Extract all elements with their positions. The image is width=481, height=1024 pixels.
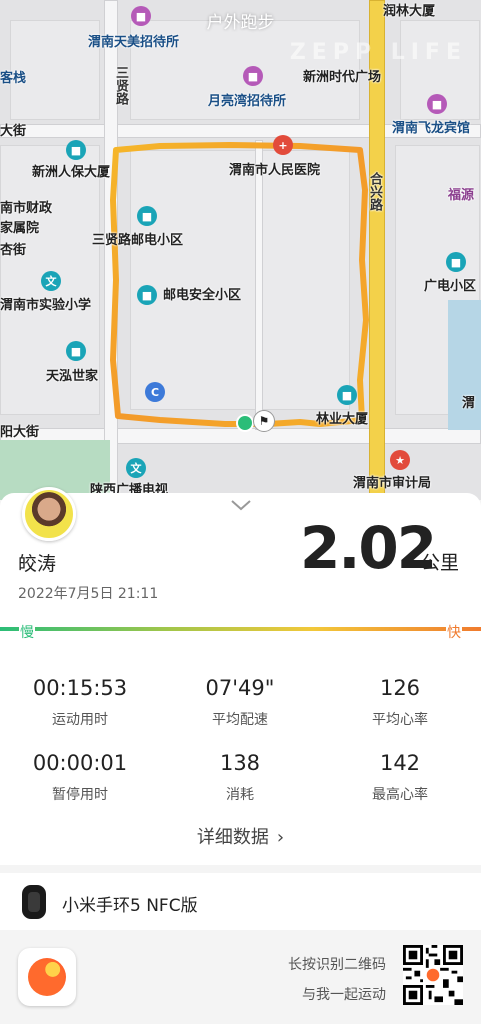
- qr-hint-line2: 与我一起运动: [302, 987, 386, 1003]
- map-label-hospital: 渭南市人民医院: [229, 163, 321, 178]
- building-icon: ■: [137, 206, 157, 226]
- stat-value: 07'49": [205, 676, 275, 700]
- stat-value: 126: [379, 676, 421, 700]
- map-label-xinzhou-plaza: 新洲时代广场: [303, 70, 382, 85]
- stat-label: 运动用时: [52, 712, 108, 728]
- hospital-icon: +: [273, 135, 293, 155]
- stat-calories: 138 消耗: [160, 750, 320, 804]
- building-icon: ■: [66, 140, 86, 160]
- building-icon: ■: [66, 341, 86, 361]
- map-label-tianmei: 渭南天美招待所: [88, 35, 180, 50]
- map-label-tianhong: 天泓世家: [46, 369, 99, 384]
- map-label-yueliangwan: 月亮湾招待所: [208, 94, 287, 109]
- stat-max-heart-rate: 142 最高心率: [320, 750, 480, 804]
- stat-value: 00:00:01: [32, 751, 128, 775]
- map-label-feilong: 渭南飞龙宾馆: [392, 121, 471, 136]
- map-label-fuyuan: 福源: [448, 188, 475, 203]
- stat-avg-heart-rate: 126 平均心率: [320, 675, 480, 729]
- details-label: 详细数据: [196, 827, 269, 848]
- app-logo-icon: [18, 948, 76, 1006]
- stat-label: 最高心率: [372, 787, 428, 803]
- school-icon: 文: [41, 271, 61, 291]
- map-label-heyi-road: 合兴路: [367, 172, 382, 211]
- summary-card: 皎涛 2022年7月5日 21:11 2.02 公里 慢 快 00:15:53 …: [0, 487, 481, 930]
- watermark-logo: ZEPP LIFE: [289, 40, 467, 65]
- map-label-wei: 渭: [462, 396, 476, 411]
- government-icon: ★: [390, 450, 410, 470]
- run-date: 2022年7月5日 21:11: [18, 586, 159, 602]
- user-name: 皎涛: [18, 553, 57, 575]
- map-label-jie: 杏街: [0, 243, 27, 258]
- map-label-xiaoqu: 三贤路邮电小区: [92, 233, 184, 248]
- finish-flag-icon: ⚑: [253, 410, 275, 432]
- building-icon: ■: [446, 252, 466, 272]
- divider: [0, 865, 481, 873]
- map-label-renbao: 新洲人保大厦: [32, 165, 111, 180]
- school-icon: 文: [126, 458, 146, 478]
- chevron-right-icon: ›: [276, 827, 285, 848]
- stat-pause-time: 00:00:01 暂停用时: [0, 750, 160, 804]
- bank-icon: C: [145, 382, 165, 402]
- pace-gradient-bar: [0, 627, 481, 631]
- map-label-youdian: 邮电安全小区: [163, 288, 242, 303]
- qr-hint-line1: 长按识别二维码: [288, 957, 386, 973]
- route-map[interactable]: ■ ■ ■ ■ + ■ ■ 文 ■ ■ C ■ ★ 文 ⚑ 润林大厦 渭南天美招…: [0, 0, 481, 500]
- map-label-sanxian-road: 三贤路: [113, 66, 128, 105]
- building-icon: ■: [137, 285, 157, 305]
- map-label-caizheng1: 南市财政: [0, 201, 53, 216]
- distance-unit: 公里: [421, 552, 460, 574]
- map-label-street-top: 大街: [0, 124, 27, 139]
- map-label-linye: 林业大厦: [316, 412, 369, 427]
- stat-value: 142: [379, 751, 421, 775]
- map-label-street-bottom: 阳大街: [0, 425, 40, 440]
- hotel-icon: ■: [243, 66, 263, 86]
- share-footer: 长按识别二维码 与我一起运动: [0, 930, 481, 1024]
- stat-value: 138: [219, 751, 261, 775]
- avatar[interactable]: [22, 487, 76, 541]
- map-label-school: 渭南市实验小学: [0, 298, 92, 313]
- map-label-kezhan: 客栈: [0, 71, 27, 86]
- distance-value: 2.02: [300, 514, 437, 582]
- stat-label: 平均配速: [212, 712, 268, 728]
- details-link[interactable]: 详细数据 ›: [0, 823, 481, 849]
- start-marker-icon: [236, 414, 254, 432]
- map-label-guangdian: 广电小区: [424, 279, 477, 294]
- map-label-audit: 渭南市审计局: [353, 476, 432, 491]
- stat-label: 暂停用时: [52, 787, 108, 803]
- building-icon: ■: [337, 385, 357, 405]
- stat-avg-pace: 07'49" 平均配速: [160, 675, 320, 729]
- page-title: 户外跑步: [206, 13, 275, 33]
- pace-fast-label: 快: [446, 622, 462, 642]
- stat-label: 平均心率: [372, 712, 428, 728]
- stat-value: 00:15:53: [32, 676, 128, 700]
- pace-slow-label: 慢: [19, 622, 35, 642]
- smart-band-icon: [22, 885, 46, 919]
- stat-duration: 00:15:53 运动用时: [0, 675, 160, 729]
- map-label-caizheng2: 家属院: [0, 221, 40, 236]
- stat-label: 消耗: [226, 787, 254, 803]
- qr-code[interactable]: [403, 945, 463, 1005]
- hotel-icon: ■: [427, 94, 447, 114]
- chevron-down-icon[interactable]: [229, 497, 253, 513]
- device-name: 小米手环5 NFC版: [62, 896, 198, 916]
